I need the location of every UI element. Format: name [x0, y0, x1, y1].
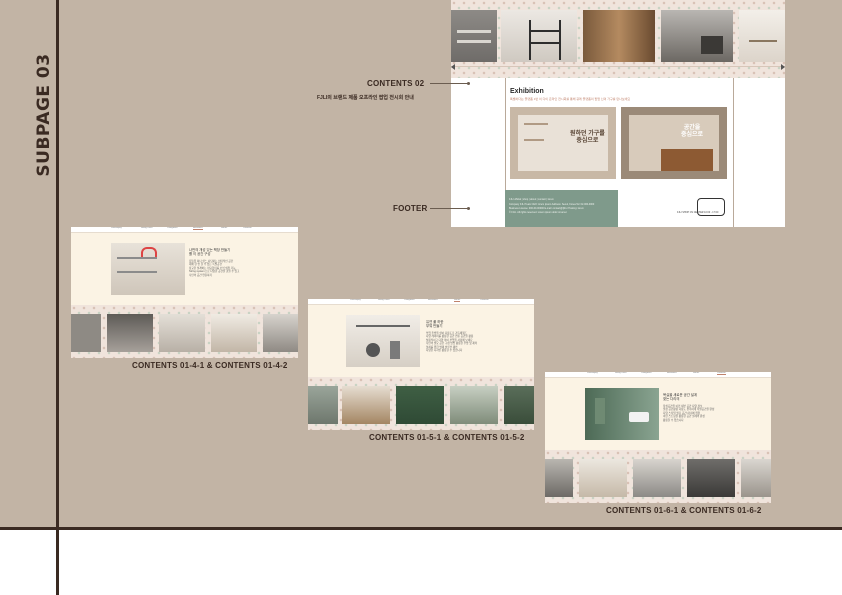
- banner-photo-1: [451, 10, 497, 62]
- prev-arrow-icon[interactable]: [451, 64, 455, 70]
- mini-page-mock-4: Philosophy String Lines Categories Bests…: [71, 227, 298, 358]
- exhibition-subtitle: 특별하다는 플랫폼 1번 이 다이 온라인 전시회를 통해 큐레 플랫폼의 팝업…: [510, 97, 631, 101]
- card2-text: 공간을 중심으로: [681, 125, 704, 138]
- footer-green-block: FJLI official | shop | about | contact |…: [505, 190, 618, 227]
- contents-01-4-label: CONTENTS 01-4-1 & CONTENTS 01-4-2: [132, 361, 288, 370]
- mini1-photo: [111, 243, 185, 295]
- mini2-photo: [346, 315, 420, 367]
- main-page-mock: Exhibition 특별하다는 플랫폼 1번 이 다이 온라인 전시회를 통해…: [451, 0, 785, 227]
- banner-photo-4: [661, 10, 733, 62]
- exhibition-card-2[interactable]: 공간을 중심으로: [621, 107, 727, 179]
- mini-page-mock-6: Philosophy String Lines Categories Bests…: [545, 372, 771, 503]
- contents-02-label: CONTENTS 02: [367, 79, 425, 88]
- card1-text: 원하던 가구를 중심으로: [570, 131, 605, 144]
- mini-nav: Philosophy String Lines Categories Bests…: [308, 299, 534, 305]
- banner-photo-3: [583, 10, 655, 62]
- banner-photo-2: [501, 10, 577, 62]
- contents-01-6-label: CONTENTS 01-6-1 & CONTENTS 01-6-2: [606, 506, 762, 515]
- mini-nav: Philosophy String Lines Categories Bests…: [71, 227, 298, 233]
- footer-label: FOOTER: [393, 204, 428, 213]
- mini3-photo: [585, 388, 659, 440]
- bottom-strip: [0, 530, 842, 595]
- exhibition-card-1[interactable]: 원하던 가구를 중심으로: [510, 107, 616, 179]
- banner-photo-5: [739, 10, 785, 62]
- mini-page-mock-5: Philosophy String Lines Categories Bests…: [308, 299, 534, 430]
- exhibition-title: Exhibition: [510, 88, 544, 95]
- mini2-strip: [308, 377, 534, 430]
- frame-vertical-line: [56, 0, 59, 595]
- contents-02-sublabel: FJLI의 브랜드 제품 오프라인 팝업 전시회 안내: [317, 95, 414, 101]
- mini1-strip: [71, 305, 298, 358]
- mini3-strip: [545, 450, 771, 503]
- side-title: SUBPAGE 03: [34, 53, 54, 177]
- next-arrow-icon[interactable]: [781, 64, 785, 70]
- mini-nav: Philosophy String Lines Categories Bests…: [545, 372, 771, 378]
- contents-01-5-label: CONTENTS 01-5-1 & CONTENTS 01-5-2: [369, 433, 525, 442]
